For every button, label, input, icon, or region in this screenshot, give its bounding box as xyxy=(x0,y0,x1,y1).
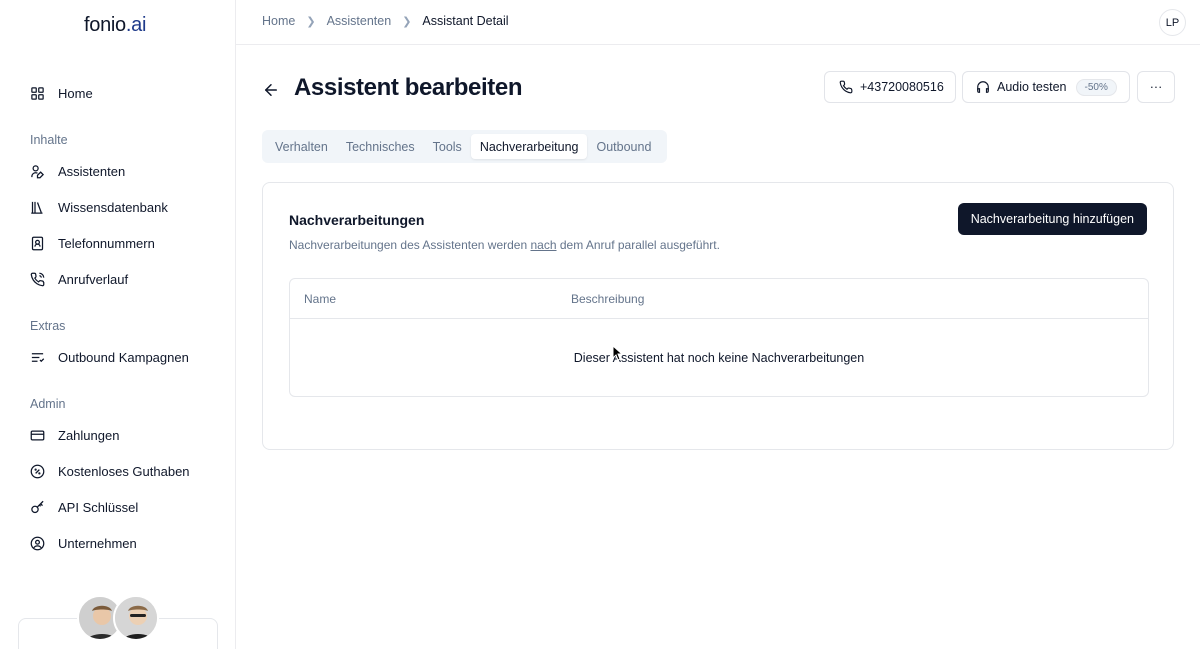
sidebar-item-label: Kostenloses Guthaben xyxy=(58,463,190,479)
logo[interactable]: fonio.ai xyxy=(84,14,146,37)
tab-tools[interactable]: Tools xyxy=(424,134,471,159)
chevron-right-icon: ❯ xyxy=(402,15,412,28)
section-title-inhalte: Inhalte xyxy=(30,133,68,147)
postprocessing-table: Name Beschreibung Dieser Assistent hat n… xyxy=(289,278,1149,397)
sidebar-item-label: Unternehmen xyxy=(58,535,137,551)
postprocessing-card: Nachverarbeitungen Nachverarbeitungen de… xyxy=(262,182,1174,450)
section-title-extras: Extras xyxy=(30,319,66,333)
add-postprocessing-button[interactable]: Nachverarbeitung hinzufügen xyxy=(957,203,1147,235)
headphones-icon xyxy=(977,81,989,93)
more-options-button[interactable]: ··· xyxy=(1137,71,1175,103)
phone-number-button[interactable]: +43720080516 xyxy=(824,71,956,103)
credit-card-icon xyxy=(30,430,45,440)
sidebar-item-label: Zahlungen xyxy=(58,427,120,443)
logo-main: fonio xyxy=(84,14,126,36)
desc-underlined: nach xyxy=(530,238,557,252)
sidebar-item-label: Telefonnummern xyxy=(58,235,155,251)
sidebar-item-label: Wissensdatenbank xyxy=(58,199,168,215)
tab-verhalten[interactable]: Verhalten xyxy=(266,134,337,159)
tab-bar: Verhalten Technisches Tools Nachverarbei… xyxy=(262,130,667,163)
support-avatar xyxy=(113,595,159,641)
user-avatar[interactable]: LP xyxy=(1159,9,1186,36)
contact-icon xyxy=(31,236,44,250)
logo-ext: .ai xyxy=(125,14,147,36)
sidebar-item-anrufverlauf[interactable]: Anrufverlauf xyxy=(30,268,128,290)
library-icon xyxy=(31,201,43,214)
sidebar-item-assistenten[interactable]: Assistenten xyxy=(30,160,125,182)
arrow-left-icon[interactable] xyxy=(262,81,280,99)
key-icon xyxy=(31,500,44,513)
breadcrumb-home[interactable]: Home xyxy=(262,14,295,28)
desc-text: dem Anruf parallel ausgeführt. xyxy=(556,238,720,252)
sidebar-item-unternehmen[interactable]: Unternehmen xyxy=(30,532,137,554)
mouse-cursor-icon xyxy=(612,345,624,361)
tab-outbound[interactable]: Outbound xyxy=(587,134,660,159)
breadcrumb: Home ❯ Assistenten ❯ Assistant Detail xyxy=(262,14,509,28)
tab-nachverarbeitung[interactable]: Nachverarbeitung xyxy=(470,134,588,159)
grid-icon xyxy=(31,86,44,100)
sidebar-item-home[interactable]: Home xyxy=(30,82,93,104)
sidebar-item-kostenloses-guthaben[interactable]: Kostenloses Guthaben xyxy=(30,460,190,482)
sidebar-item-wissensdatenbank[interactable]: Wissensdatenbank xyxy=(30,196,168,218)
chevron-right-icon: ❯ xyxy=(306,15,316,28)
page-title: Assistent bearbeiten xyxy=(294,74,523,101)
phone-icon xyxy=(839,80,853,94)
empty-state-text: Dieser Assistent hat noch keine Nachvera… xyxy=(573,351,865,365)
tab-technisches[interactable]: Technisches xyxy=(337,134,424,159)
user-edit-icon xyxy=(31,164,45,178)
topbar: Home ❯ Assistenten ❯ Assistant Detail LP xyxy=(236,0,1200,45)
user-circle-icon xyxy=(30,536,45,550)
card-title: Nachverarbeitungen xyxy=(289,212,425,228)
column-header-description[interactable]: Beschreibung xyxy=(571,292,644,306)
sidebar-item-api-schluessel[interactable]: API Schlüssel xyxy=(30,496,138,518)
sidebar-item-label: Outbound Kampagnen xyxy=(58,349,189,365)
sidebar-item-outbound-kampagnen[interactable]: Outbound Kampagnen xyxy=(30,346,189,368)
table-header: Name Beschreibung xyxy=(290,279,1148,319)
desc-text: Nachverarbeitungen des Assistenten werde… xyxy=(289,238,531,252)
list-icon xyxy=(31,352,45,362)
card-description: Nachverarbeitungen des Assistenten werde… xyxy=(289,238,720,252)
percent-badge-icon xyxy=(30,464,45,478)
sidebar: fonio.ai Home Inhalte Assistenten Wissen… xyxy=(0,0,236,649)
sidebar-item-telefonnummern[interactable]: Telefonnummern xyxy=(30,232,155,254)
sidebar-item-label: Anrufverlauf xyxy=(58,271,129,287)
sidebar-item-label: API Schlüssel xyxy=(58,499,139,515)
phone-number-label: +43720080516 xyxy=(860,80,944,94)
main-content: Assistent bearbeiten +43720080516 Audio … xyxy=(236,45,1200,649)
sidebar-item-label: Home xyxy=(58,85,93,101)
section-title-admin: Admin xyxy=(30,397,66,411)
sidebar-item-label: Assistenten xyxy=(58,163,126,179)
phone-call-icon xyxy=(30,272,45,286)
breadcrumb-current: Assistant Detail xyxy=(422,14,509,28)
breadcrumb-assistenten[interactable]: Assistenten xyxy=(327,14,392,28)
discount-badge: -50% xyxy=(1075,78,1117,96)
more-horizontal-icon: ··· xyxy=(1149,80,1163,94)
audio-test-label: Audio testen xyxy=(997,80,1067,94)
audio-test-button[interactable]: Audio testen -50% xyxy=(962,71,1130,103)
column-header-name[interactable]: Name xyxy=(304,292,336,306)
sidebar-item-zahlungen[interactable]: Zahlungen xyxy=(30,424,119,446)
